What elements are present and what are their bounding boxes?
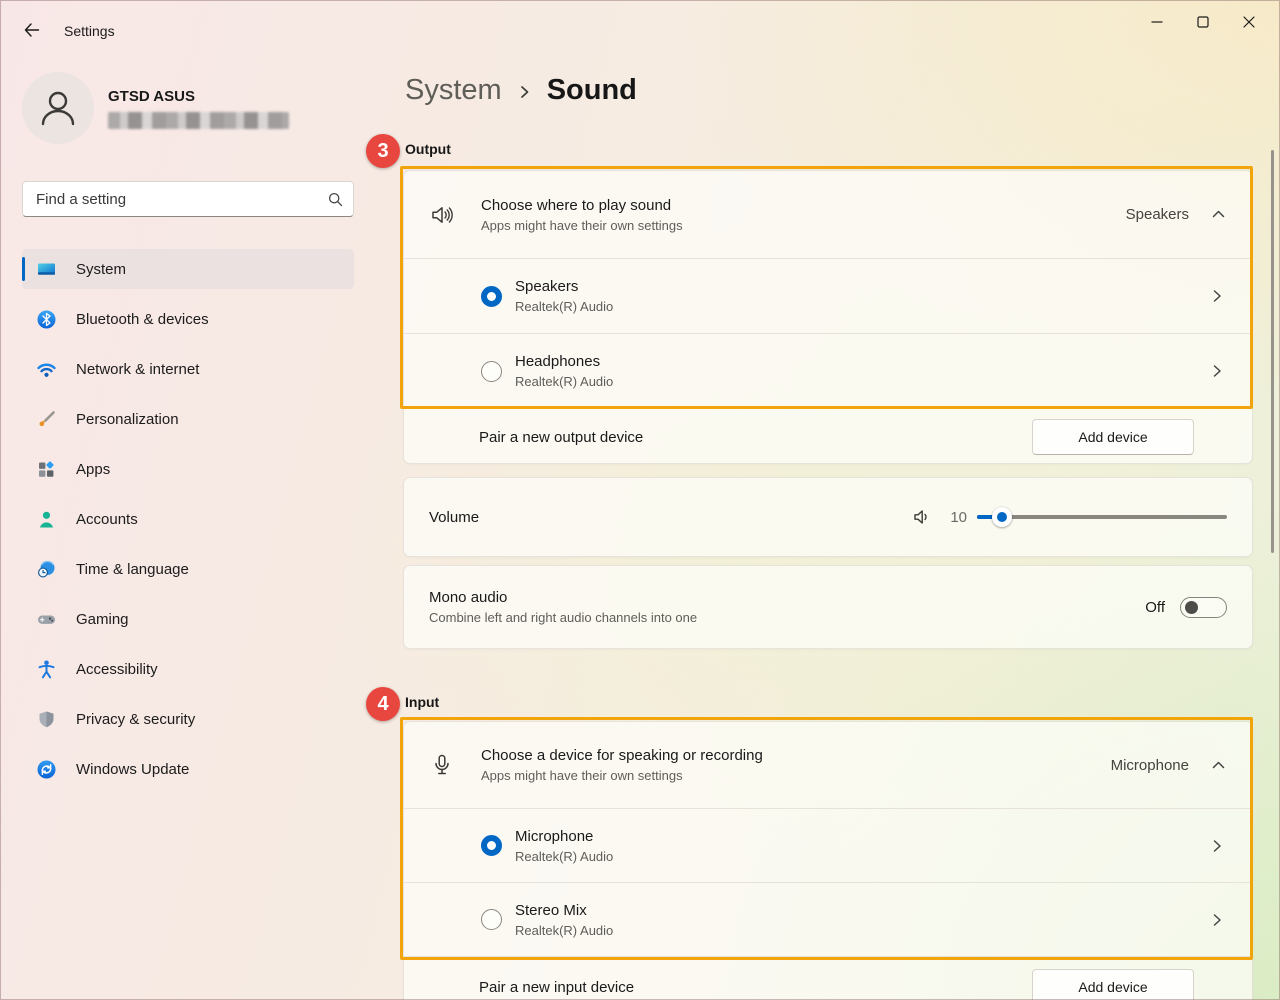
- privacy-security-icon: [36, 709, 57, 730]
- selected-accent-bar: [22, 257, 25, 281]
- pair-input-label: Pair a new input device: [479, 979, 634, 996]
- breadcrumb-parent[interactable]: System: [405, 74, 502, 107]
- input-selected-value: Microphone: [1111, 757, 1189, 774]
- sidebar-item-gaming[interactable]: Gaming: [22, 599, 354, 639]
- output-device-row-headphones[interactable]: Headphones Realtek(R) Audio: [404, 333, 1252, 408]
- network-icon: [36, 359, 57, 380]
- volume-label: Volume: [429, 509, 479, 526]
- output-chooser-title: Choose where to play sound: [481, 197, 683, 214]
- speaker-icon: [429, 202, 455, 228]
- breadcrumb-separator-icon: [518, 82, 531, 102]
- sidebar-item-network-internet[interactable]: Network & internet: [22, 349, 354, 389]
- sidebar-item-system[interactable]: System: [22, 249, 354, 289]
- sidebar-item-label: System: [76, 261, 126, 278]
- search-icon: [328, 192, 343, 207]
- sidebar-nav: System Bluetooth & devices Network & int…: [22, 249, 354, 799]
- device-name: Speakers: [515, 278, 613, 295]
- slider-track[interactable]: [977, 515, 1227, 519]
- chevron-right-icon[interactable]: [1210, 289, 1224, 303]
- add-input-device-button[interactable]: Add device: [1032, 969, 1194, 1000]
- window-title: Settings: [64, 23, 115, 39]
- user-name: GTSD ASUS: [108, 88, 289, 105]
- scrollbar-thumb[interactable]: [1271, 150, 1274, 553]
- breadcrumb: System Sound: [405, 74, 637, 107]
- chevron-right-icon[interactable]: [1210, 913, 1224, 927]
- accessibility-icon: [36, 659, 57, 680]
- gaming-icon: [36, 609, 57, 630]
- sidebar-item-bluetooth-devices[interactable]: Bluetooth & devices: [22, 299, 354, 339]
- accounts-icon: [36, 509, 57, 530]
- back-button[interactable]: [16, 17, 46, 43]
- back-arrow-icon: [23, 22, 40, 38]
- device-name: Headphones: [515, 353, 613, 370]
- chevron-right-icon[interactable]: [1210, 839, 1224, 853]
- input-chooser-subtitle: Apps might have their own settings: [481, 768, 763, 783]
- output-selected-value: Speakers: [1126, 206, 1189, 223]
- search-box[interactable]: [22, 181, 354, 217]
- sidebar-item-personalization[interactable]: Personalization: [22, 399, 354, 439]
- annotation-badge-3: 3: [366, 134, 400, 168]
- chevron-up-icon[interactable]: [1211, 207, 1226, 222]
- mono-audio-title: Mono audio: [429, 589, 697, 606]
- radio-microphone[interactable]: [481, 835, 502, 856]
- input-device-row-stereo-mix[interactable]: Stereo Mix Realtek(R) Audio: [404, 882, 1252, 956]
- add-output-device-button[interactable]: Add device: [1032, 419, 1194, 455]
- input-section-label: Input: [405, 694, 439, 710]
- volume-card: Volume 10: [403, 477, 1253, 557]
- input-devices-card: Choose a device for speaking or recordin…: [403, 721, 1253, 1000]
- sidebar-item-accessibility[interactable]: Accessibility: [22, 649, 354, 689]
- radio-stereo-mix[interactable]: [481, 909, 502, 930]
- avatar: [22, 72, 94, 144]
- microphone-icon: [429, 752, 455, 778]
- pair-output-row: Pair a new output device Add device: [404, 408, 1252, 465]
- radio-speakers[interactable]: [481, 286, 502, 307]
- output-devices-card: Choose where to play sound Apps might ha…: [403, 170, 1253, 464]
- pair-output-label: Pair a new output device: [479, 429, 643, 446]
- device-detail: Realtek(R) Audio: [515, 374, 613, 389]
- device-detail: Realtek(R) Audio: [515, 923, 613, 938]
- volume-slider[interactable]: [977, 506, 1227, 528]
- mono-audio-toggle[interactable]: [1180, 597, 1227, 618]
- system-icon: [36, 259, 57, 280]
- input-device-row-microphone[interactable]: Microphone Realtek(R) Audio: [404, 808, 1252, 882]
- mono-audio-subtitle: Combine left and right audio channels in…: [429, 610, 697, 625]
- main-content: System Sound 3 Output Choose where to pl…: [403, 0, 1253, 1000]
- output-chooser-subtitle: Apps might have their own settings: [481, 218, 683, 233]
- bluetooth-icon: [36, 309, 57, 330]
- chevron-right-icon[interactable]: [1210, 364, 1224, 378]
- device-detail: Realtek(R) Audio: [515, 849, 613, 864]
- sidebar-item-privacy-security[interactable]: Privacy & security: [22, 699, 354, 739]
- output-device-row-speakers[interactable]: Speakers Realtek(R) Audio: [404, 258, 1252, 333]
- sidebar-item-windows-update[interactable]: Windows Update: [22, 749, 354, 789]
- device-name: Microphone: [515, 828, 613, 845]
- device-name: Stereo Mix: [515, 902, 613, 919]
- person-icon: [36, 86, 80, 130]
- output-section-label: Output: [405, 141, 451, 157]
- user-email-redacted: [108, 112, 289, 129]
- output-chooser-row[interactable]: Choose where to play sound Apps might ha…: [404, 171, 1252, 258]
- search-input[interactable]: [36, 191, 328, 208]
- mono-audio-card: Mono audio Combine left and right audio …: [403, 565, 1253, 649]
- volume-icon[interactable]: [912, 507, 932, 527]
- chevron-up-icon[interactable]: [1211, 758, 1226, 773]
- pair-input-row: Pair a new input device Add device: [404, 956, 1252, 1000]
- personalization-icon: [36, 409, 57, 430]
- input-chooser-row[interactable]: Choose a device for speaking or recordin…: [404, 722, 1252, 808]
- sidebar: GTSD ASUS System Bluetooth & devices: [0, 48, 376, 1000]
- annotation-badge-4: 4: [366, 687, 400, 721]
- page-title: Sound: [547, 74, 637, 107]
- windows-update-icon: [36, 759, 57, 780]
- volume-slider-thumb[interactable]: [992, 507, 1012, 527]
- radio-headphones[interactable]: [481, 361, 502, 382]
- mono-audio-state: Off: [1145, 599, 1165, 616]
- sidebar-item-time-language[interactable]: Time & language: [22, 549, 354, 589]
- time-language-icon: [36, 559, 57, 580]
- sidebar-item-apps[interactable]: Apps: [22, 449, 354, 489]
- user-profile[interactable]: GTSD ASUS: [22, 72, 289, 144]
- input-chooser-title: Choose a device for speaking or recordin…: [481, 747, 763, 764]
- volume-value: 10: [947, 509, 967, 526]
- device-detail: Realtek(R) Audio: [515, 299, 613, 314]
- apps-icon: [36, 459, 57, 480]
- sidebar-item-accounts[interactable]: Accounts: [22, 499, 354, 539]
